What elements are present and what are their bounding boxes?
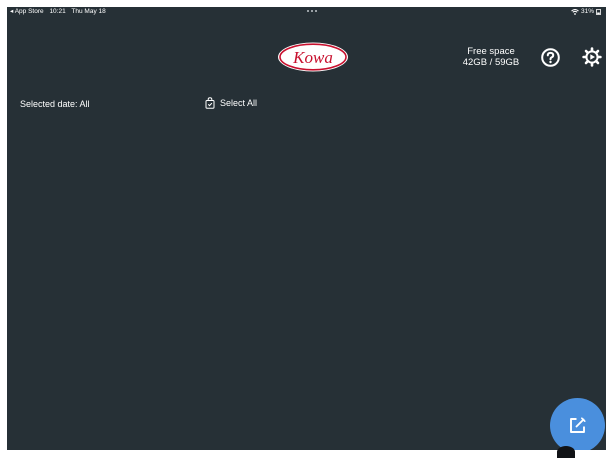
wifi-icon	[571, 9, 579, 15]
status-date: Thu May 18	[71, 8, 106, 15]
select-all-button[interactable]: Select All	[205, 96, 257, 110]
status-left: ◂ App Store 10:21 Thu May 18	[10, 7, 110, 17]
gear-icon	[582, 47, 602, 67]
bag-check-icon	[205, 97, 215, 109]
status-right: 31%	[571, 7, 602, 17]
back-to-app-link[interactable]: ◂ App Store	[10, 8, 44, 15]
home-indicator-shape	[557, 446, 575, 458]
settings-button[interactable]	[582, 47, 602, 67]
free-space-value: 42GB / 59GB	[462, 57, 520, 68]
multitasking-dots-icon[interactable]	[307, 10, 321, 13]
help-button[interactable]	[541, 48, 560, 67]
edit-fab-button[interactable]	[550, 398, 605, 450]
app-screen: ◂ App Store 10:21 Thu May 18 31% Kowa Fr…	[7, 7, 606, 450]
status-bar: ◂ App Store 10:21 Thu May 18 31%	[7, 7, 606, 17]
battery-percent: 31%	[580, 8, 594, 15]
free-space-label: Free space	[467, 46, 515, 57]
battery-icon	[596, 9, 601, 15]
selected-date-label[interactable]: Selected date: All	[20, 99, 90, 109]
kowa-logo: Kowa	[278, 42, 348, 72]
logo-text: Kowa	[292, 48, 333, 67]
free-space-indicator: Free space 42GB / 59GB	[451, 46, 531, 68]
question-circle-icon	[541, 48, 560, 67]
select-all-label: Select All	[220, 98, 258, 108]
status-time: 10:21	[49, 8, 66, 15]
edit-icon	[570, 417, 586, 433]
